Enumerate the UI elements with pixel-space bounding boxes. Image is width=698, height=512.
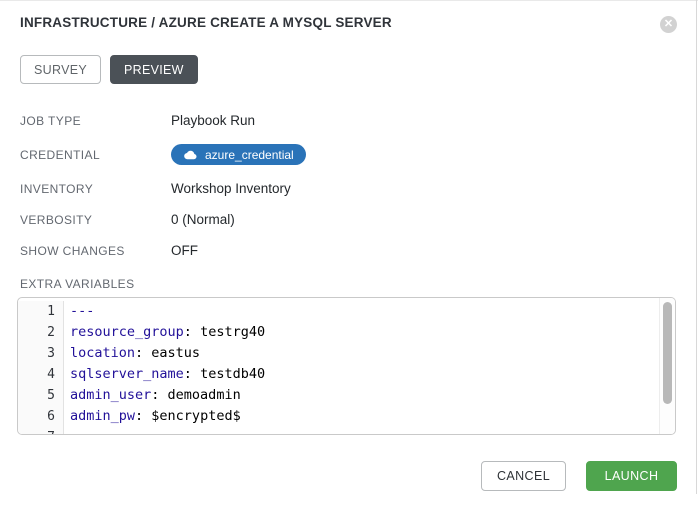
verbosity-row: VERBOSITY 0 (Normal)	[20, 204, 677, 235]
launch-button[interactable]: LAUNCH	[586, 461, 677, 491]
line-number: 1	[18, 301, 64, 322]
job-type-row: JOB TYPE Playbook Run	[20, 105, 677, 136]
cloud-icon	[183, 150, 197, 160]
line-number: 2	[18, 322, 64, 343]
code-text: admin_pw: $encrypted$	[64, 406, 241, 427]
code-line: 6 admin_pw: $encrypted$	[18, 406, 675, 427]
code-line: 2 resource_group: testrg40	[18, 322, 675, 343]
credential-badge[interactable]: azure_credential	[171, 144, 306, 165]
close-button[interactable]: ✕	[660, 16, 677, 33]
code-lines: 1 --- 2 resource_group: testrg40 3 locat…	[18, 298, 675, 435]
credential-row: CREDENTIAL azure_credential	[20, 136, 677, 173]
verbosity-value: 0 (Normal)	[171, 212, 235, 227]
code-line: 4 sqlserver_name: testdb40	[18, 364, 675, 385]
modal-header: INFRASTRUCTURE / AZURE CREATE A MYSQL SE…	[17, 14, 677, 33]
inventory-row: INVENTORY Workshop Inventory	[20, 173, 677, 204]
code-text: ---	[64, 301, 94, 322]
page-right-border	[696, 0, 697, 494]
inventory-label: INVENTORY	[20, 182, 171, 196]
code-line: 5 admin_user: demoadmin	[18, 385, 675, 406]
inventory-value: Workshop Inventory	[171, 181, 291, 196]
credential-badge-label: azure_credential	[205, 148, 294, 162]
tab-survey-label: SURVEY	[34, 63, 87, 77]
code-line: 1 ---	[18, 301, 675, 322]
job-type-label: JOB TYPE	[20, 114, 171, 128]
tab-preview-label: PREVIEW	[124, 63, 184, 77]
verbosity-label: VERBOSITY	[20, 213, 171, 227]
job-launch-preview-modal: INFRASTRUCTURE / AZURE CREATE A MYSQL SE…	[0, 0, 698, 491]
extra-variables-editor[interactable]: 1 --- 2 resource_group: testrg40 3 locat…	[17, 297, 676, 435]
code-text: admin_user: demoadmin	[64, 385, 241, 406]
launch-button-label: LAUNCH	[605, 469, 659, 483]
code-line: 3 location: eastus	[18, 343, 675, 364]
cancel-button[interactable]: CANCEL	[481, 461, 566, 491]
editor-scrollbar-thumb[interactable]	[663, 302, 672, 404]
job-type-value: Playbook Run	[171, 113, 255, 128]
tab-preview[interactable]: PREVIEW	[110, 55, 198, 84]
line-number: 5	[18, 385, 64, 406]
code-text: location: eastus	[64, 343, 200, 364]
modal-footer: CANCEL LAUNCH	[17, 461, 677, 491]
show-changes-value: OFF	[171, 243, 198, 258]
code-text	[64, 427, 70, 435]
credential-label: CREDENTIAL	[20, 148, 171, 162]
extra-variables-label: EXTRA VARIABLES	[17, 277, 677, 291]
code-line: 7	[18, 427, 675, 435]
line-number: 3	[18, 343, 64, 364]
line-number: 7	[18, 427, 64, 435]
show-changes-row: SHOW CHANGES OFF	[20, 235, 677, 266]
line-number: 4	[18, 364, 64, 385]
modal-title: INFRASTRUCTURE / AZURE CREATE A MYSQL SE…	[20, 14, 392, 31]
page-top-border	[0, 0, 698, 1]
job-details: JOB TYPE Playbook Run CREDENTIAL azure_c…	[17, 105, 677, 266]
code-text: sqlserver_name: testdb40	[64, 364, 265, 385]
close-icon: ✕	[664, 19, 673, 30]
editor-scrollbar-track[interactable]	[659, 298, 675, 434]
line-number: 6	[18, 406, 64, 427]
code-text: resource_group: testrg40	[64, 322, 265, 343]
modal-tabs: SURVEY PREVIEW	[17, 55, 677, 84]
show-changes-label: SHOW CHANGES	[20, 244, 171, 258]
cancel-button-label: CANCEL	[497, 469, 550, 483]
tab-survey[interactable]: SURVEY	[20, 55, 101, 84]
